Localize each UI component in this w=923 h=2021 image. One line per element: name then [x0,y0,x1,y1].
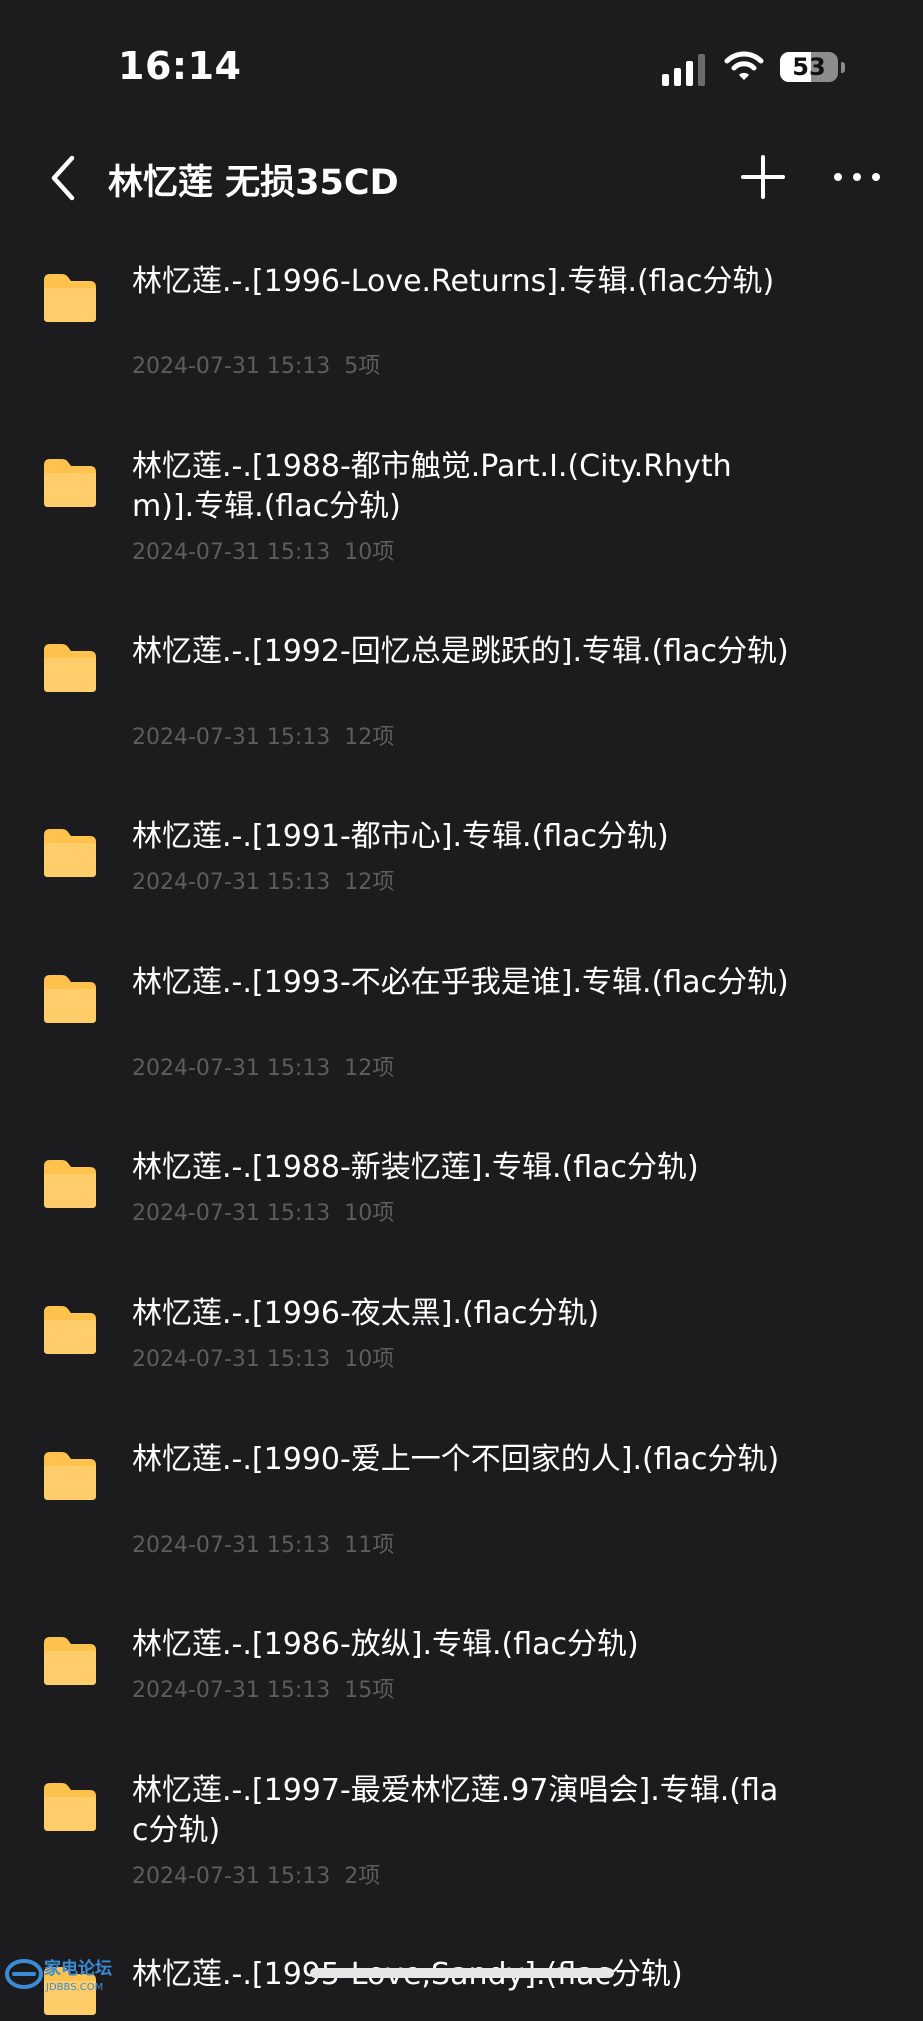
folder-date: 2024-07-31 15:13 [132,725,331,750]
folder-item-count: 11项 [344,1533,395,1558]
folder-item-count: 12项 [344,1056,395,1081]
folder-name: 林忆莲.-.[1997-最爱林忆莲.97演唱会].专辑.(flac分轨) [132,1773,779,1848]
folder-item-count: 2项 [344,1864,381,1889]
folder-date: 2024-07-31 15:13 [132,354,331,379]
folder-meta: 2024-07-31 15:13 12项 [132,723,394,753]
app-screen: 16:14 53 林忆莲 无损35CD 林忆莲.-.[1996-Love.Ret… [0,0,923,2015]
folder-item-count: 12项 [344,870,395,895]
folder-icon [42,1781,98,1833]
folder-date: 2024-07-31 15:13 [132,1056,331,1081]
folder-meta: 2024-07-31 15:13 15项 [132,1676,394,1706]
folder-date: 2024-07-31 15:13 [132,1201,331,1226]
folder-icon [42,272,98,324]
folder-meta: 2024-07-31 15:13 5项 [132,352,380,382]
folder-item-count: 10项 [344,540,395,565]
folder-meta: 2024-07-31 15:13 2项 [132,1862,380,1892]
folder-meta: 2024-07-31 15:13 10项 [132,1199,394,1229]
folder-icon [42,1158,98,1210]
watermark-logo: 家电论坛 JDBBS.COM [4,1952,132,1996]
folder-date: 2024-07-31 15:13 [132,1864,331,1889]
svg-text:JDBBS.COM: JDBBS.COM [45,1982,103,1993]
folder-name: 林忆莲.-.[1991-都市心].专辑.(flac分轨) [132,819,669,854]
folder-name: 林忆莲.-.[1986-放纵].专辑.(flac分轨) [132,1627,639,1662]
folder-icon [42,1450,98,1502]
folder-list: 林忆莲.-.[1996-Love.Returns].专辑.(flac分轨) 20… [0,0,923,2015]
folder-icon [42,827,98,879]
folder-date: 2024-07-31 15:13 [132,870,331,895]
folder-name: 林忆莲.-.[1990-爱上一个不回家的人].(flac分轨) [132,1442,780,1477]
folder-meta: 2024-07-31 15:13 12项 [132,868,394,898]
folder-icon [42,973,98,1025]
folder-item-count: 10项 [344,1201,395,1226]
folder-icon [42,1635,98,1687]
folder-name: 林忆莲.-.[1992-回忆总是跳跃的].专辑.(flac分轨) [132,634,789,669]
folder-meta: 2024-07-31 15:13 10项 [132,1345,394,1375]
folder-date: 2024-07-31 15:13 [132,540,331,565]
folder-item-count: 15项 [344,1678,395,1703]
folder-date: 2024-07-31 15:13 [132,1678,331,1703]
folder-name: 林忆莲.-.[1988-新装忆莲].专辑.(flac分轨) [132,1150,699,1185]
folder-meta: 2024-07-31 15:13 10项 [132,538,394,568]
folder-item-count: 5项 [344,354,381,379]
folder-icon [42,642,98,694]
home-indicator[interactable] [310,1968,614,1978]
folder-meta: 2024-07-31 15:13 11项 [132,1531,394,1561]
folder-date: 2024-07-31 15:13 [132,1533,331,1558]
folder-name: 林忆莲.-.[1996-Love.Returns].专辑.(flac分轨) [132,264,775,299]
folder-item-count: 12项 [344,725,395,750]
folder-item-count: 10项 [344,1347,395,1372]
folder-icon [42,1304,98,1356]
folder-icon [42,457,98,509]
svg-text:家电论坛: 家电论坛 [44,1958,112,1979]
folder-meta: 2024-07-31 15:13 12项 [132,1054,394,1084]
folder-name: 林忆莲.-.[1996-夜太黑].(flac分轨) [132,1296,600,1331]
folder-name: 林忆莲.-.[1988-都市触觉.Part.I.(City.Rhythm)].专… [132,449,732,524]
folder-name: 林忆莲.-.[1993-不必在乎我是谁].专辑.(flac分轨) [132,965,789,1000]
folder-date: 2024-07-31 15:13 [132,1347,331,1372]
